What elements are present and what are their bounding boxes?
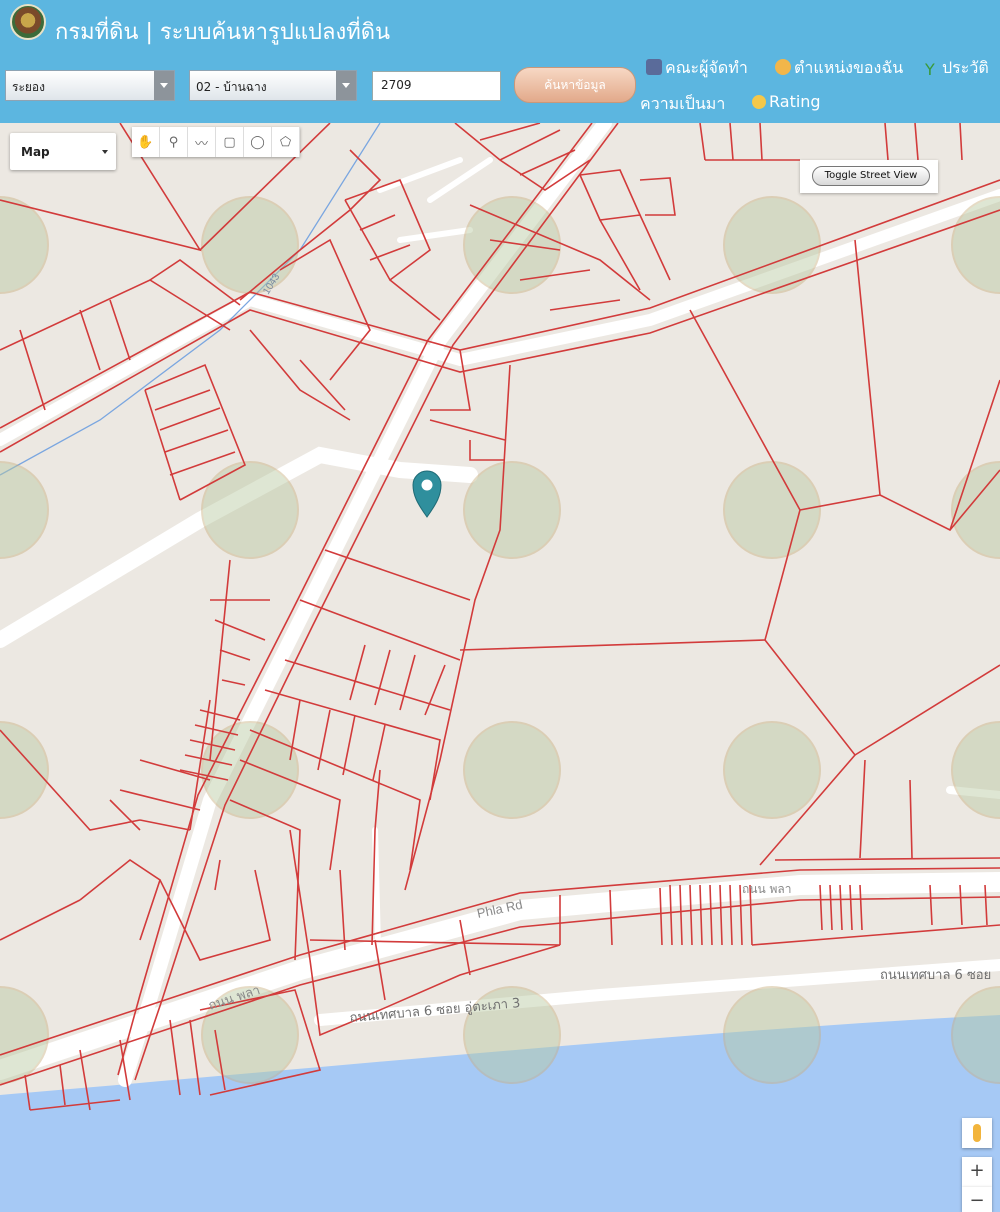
location-marker — [412, 470, 442, 518]
search-button[interactable]: ค้นหาข้อมูล — [514, 67, 636, 103]
district-select-value: 02 - บ้านฉาง — [196, 80, 267, 94]
circle-icon[interactable]: ◯ — [244, 127, 272, 157]
drawing-toolbar: ✋ ⚲ 〰 ▢ ◯ ⬠ — [132, 127, 300, 157]
toggle-street-view-button[interactable]: Toggle Street View — [812, 166, 930, 186]
street-view-panel: Toggle Street View — [800, 160, 938, 193]
site-title: กรมที่ดิน | ระบบค้นหารูปแปลงที่ดิน — [55, 20, 391, 45]
department-logo — [10, 4, 46, 40]
marker-icon[interactable]: ⚲ — [160, 127, 188, 157]
district-select[interactable]: 02 - บ้านฉาง — [189, 70, 357, 101]
hand-icon[interactable]: ✋ — [132, 127, 160, 157]
sprout-icon: Y — [925, 60, 935, 79]
map-svg: Phla Rd ถนน พลา ถนน พลา ถนนเทศบาล 6 ซอย … — [0, 123, 1000, 1212]
pegman-icon[interactable] — [962, 1118, 992, 1148]
history-link-continued[interactable]: ความเป็นมา — [640, 92, 725, 117]
chevron-down-icon — [336, 71, 356, 100]
zoom-in-button[interactable]: + — [962, 1157, 992, 1187]
chevron-down-icon — [102, 150, 108, 154]
team-icon — [646, 59, 662, 75]
map-type-select[interactable]: Map — [10, 133, 116, 170]
my-location-link[interactable]: ตำแหน่งของฉัน — [775, 56, 903, 81]
province-select-value: ระยอง — [12, 80, 45, 94]
header-bar: กรมที่ดิน | ระบบค้นหารูปแปลงที่ดิน ระยอง… — [0, 0, 1000, 123]
map-canvas[interactable]: Phla Rd ถนน พลา ถนน พลา ถนนเทศบาล 6 ซอย … — [0, 123, 1000, 1212]
map-type-label: Map — [21, 145, 50, 159]
rating-link-label: Rating — [769, 92, 821, 111]
road-stub — [372, 827, 381, 948]
rating-link[interactable]: Rating — [752, 92, 821, 111]
smiley-icon — [752, 95, 766, 109]
watermark-seals — [0, 196, 1000, 1084]
chevron-down-icon — [154, 71, 174, 100]
team-link[interactable]: คณะผู้จัดทำ — [646, 56, 748, 81]
polyline-icon[interactable]: 〰 — [188, 127, 216, 157]
polygon-icon[interactable]: ⬠ — [272, 127, 300, 157]
history-link-label: ประวัติ — [942, 58, 989, 77]
zoom-out-button[interactable]: − — [962, 1187, 992, 1212]
province-select[interactable]: ระยอง — [5, 70, 175, 101]
face-icon — [775, 59, 791, 75]
team-link-label: คณะผู้จัดทำ — [665, 58, 748, 77]
road-label-soi-edge: ถนนเทศบาล 6 ซอย — [880, 968, 991, 983]
parcel-number-input[interactable]: 2709 — [372, 71, 501, 101]
my-location-label: ตำแหน่งของฉัน — [794, 58, 904, 77]
rectangle-icon[interactable]: ▢ — [216, 127, 244, 157]
canal-line — [0, 123, 381, 476]
road-label-thanon-phla-east: ถนน พลา — [742, 882, 792, 896]
history-link[interactable]: Y ประวัติ — [925, 56, 989, 81]
